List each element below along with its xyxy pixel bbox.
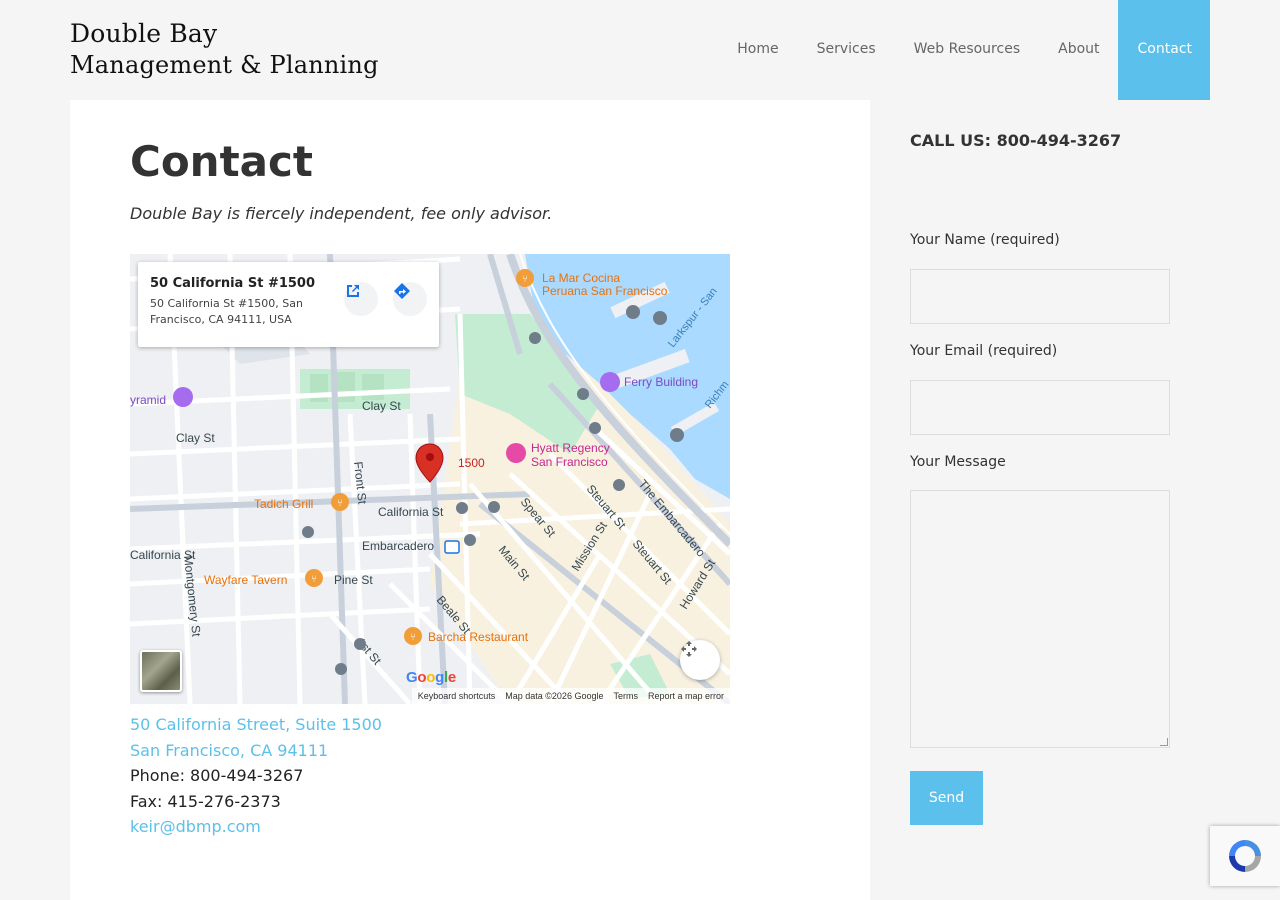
recaptcha-icon: [1229, 840, 1261, 872]
google-logo: Google: [406, 669, 456, 686]
map-label-pine: Pine St: [334, 573, 373, 587]
landmark-icon[interactable]: [173, 387, 193, 407]
call-us-heading: CALL US: 800-494-3267: [910, 131, 1122, 150]
map-label-embarcadero: Embarcadero: [362, 539, 434, 553]
map-label-hyatt-2: San Francisco: [531, 455, 608, 469]
transit-icon[interactable]: [456, 502, 468, 514]
map-label-california-1: California St: [378, 505, 444, 519]
landmark-icon[interactable]: [600, 372, 620, 392]
main-content: Contact Double Bay is fiercely independe…: [70, 100, 870, 900]
fullscreen-icon[interactable]: [680, 640, 720, 680]
page-tagline: Double Bay is fiercely independent, fee …: [130, 204, 553, 223]
site-logo[interactable]: Double Bay Management & Planning: [70, 18, 379, 80]
name-field[interactable]: [910, 269, 1170, 324]
hotel-icon[interactable]: [506, 443, 526, 463]
textarea-resize-handle[interactable]: [1160, 738, 1168, 746]
send-button[interactable]: Send: [910, 771, 983, 825]
transit-icon[interactable]: [653, 311, 667, 325]
report-error-link[interactable]: Report a map error: [648, 691, 724, 701]
recaptcha-badge[interactable]: [1210, 826, 1280, 886]
transit-icon[interactable]: [488, 501, 500, 513]
svg-text:⑂: ⑂: [522, 274, 528, 285]
map-label-barcha: Barcha Restaurant: [428, 630, 529, 644]
nav-services[interactable]: Services: [797, 0, 894, 100]
map-pin-label: 1500: [458, 456, 485, 470]
terms-link[interactable]: Terms: [613, 691, 638, 701]
nav-web-resources[interactable]: Web Resources: [894, 0, 1038, 100]
satellite-toggle[interactable]: [140, 650, 182, 692]
svg-text:⑂: ⑂: [311, 574, 317, 585]
message-label: Your Message: [910, 454, 1006, 470]
address-line-1-link[interactable]: 50 California Street, Suite 1500: [130, 712, 382, 738]
logo-line-1: Double Bay: [70, 19, 218, 48]
phone-text: Phone: 800-494-3267: [130, 766, 304, 785]
logo-line-2: Management & Planning: [70, 51, 379, 79]
sidebar: CALL US: 800-494-3267 Your Name (require…: [870, 100, 1210, 900]
map-label-clay-1: Clay St: [362, 399, 401, 413]
page-title: Contact: [130, 137, 313, 186]
transit-icon[interactable]: [670, 428, 684, 442]
open-in-new-icon[interactable]: [344, 282, 378, 316]
main-nav: Home Services Web Resources About Contac…: [717, 0, 1210, 100]
transit-icon[interactable]: [354, 638, 366, 650]
map-info-card: 50 California St #1500 50 California St …: [138, 262, 439, 347]
svg-text:⑂: ⑂: [410, 632, 416, 643]
map-label-hyatt: Hyatt Regency: [531, 441, 610, 455]
transit-icon[interactable]: [589, 422, 601, 434]
map-card-title: 50 California St #1500: [150, 276, 316, 291]
map-label-la-mar-2: Peruana San Francisco: [542, 284, 668, 298]
address-line-2-link[interactable]: San Francisco, CA 94111: [130, 738, 382, 764]
nav-about[interactable]: About: [1038, 0, 1117, 100]
name-label: Your Name (required): [910, 232, 1060, 248]
transit-icon[interactable]: [335, 663, 347, 675]
directions-icon[interactable]: [393, 282, 427, 316]
map-label-clay-2: Clay St: [176, 431, 215, 445]
map-label-tadich: Tadich Grill: [254, 497, 313, 511]
map-attribution: Keyboard shortcuts Map data ©2026 Google…: [411, 688, 730, 704]
transit-icon[interactable]: [302, 526, 314, 538]
map-label-wayfare: Wayfare Tavern: [204, 573, 287, 587]
svg-text:⑂: ⑂: [337, 498, 343, 509]
transit-icon[interactable]: [464, 534, 476, 546]
email-link[interactable]: keir@dbmp.com: [130, 814, 382, 840]
fax-text: Fax: 415-276-2373: [130, 791, 281, 811]
transit-icon[interactable]: [626, 305, 640, 319]
keyboard-shortcuts-link[interactable]: Keyboard shortcuts: [418, 691, 496, 701]
bart-icon[interactable]: [444, 540, 460, 554]
site-header: Double Bay Management & Planning Home Se…: [0, 0, 1280, 100]
contact-details: 50 California Street, Suite 1500 San Fra…: [130, 712, 382, 840]
map-data-text: Map data ©2026 Google: [505, 691, 604, 701]
map-label-la-mar: La Mar Cocina: [542, 271, 620, 285]
map-label-pyramid: yramid: [130, 393, 166, 407]
email-label: Your Email (required): [910, 343, 1058, 359]
transit-icon[interactable]: [529, 332, 541, 344]
embedded-map[interactable]: La Mar Cocina Peruana San Francisco Ferr…: [130, 254, 730, 704]
nav-home[interactable]: Home: [717, 0, 796, 100]
nav-contact[interactable]: Contact: [1117, 0, 1210, 100]
transit-icon[interactable]: [577, 388, 589, 400]
map-card-address: 50 California St #1500, San Francisco, C…: [150, 297, 303, 326]
transit-icon[interactable]: [613, 479, 625, 491]
email-field[interactable]: [910, 380, 1170, 435]
message-field[interactable]: [910, 490, 1170, 748]
map-label-ferry-building: Ferry Building: [624, 375, 698, 389]
